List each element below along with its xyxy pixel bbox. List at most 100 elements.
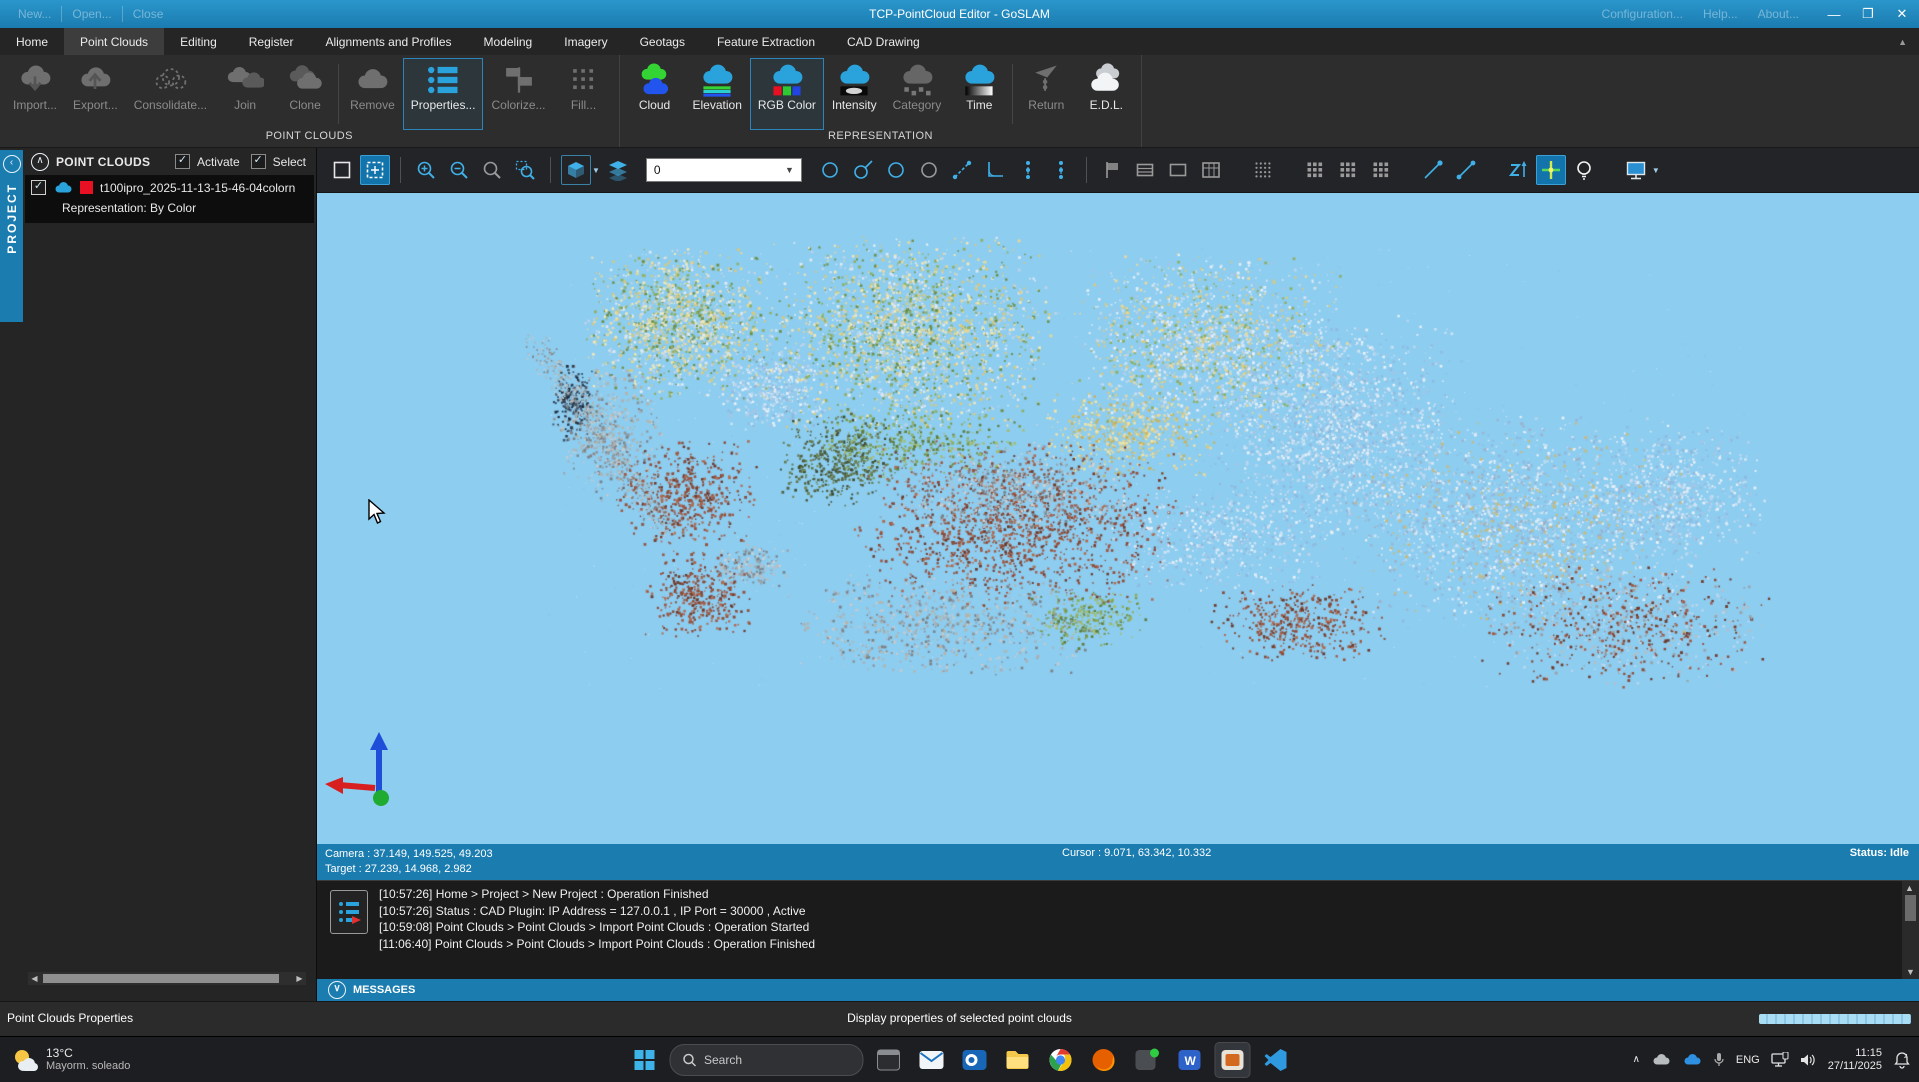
tree-item-checkbox[interactable]: ✓ (31, 180, 46, 195)
cell-points-button[interactable] (1248, 155, 1278, 185)
plane-horizontal-button[interactable] (1097, 155, 1127, 185)
plane-vertical-button[interactable] (1130, 155, 1160, 185)
chevron-down-icon[interactable]: ▼ (785, 165, 794, 175)
weather-widget[interactable]: 13°C Mayorm. soleado (10, 1046, 130, 1074)
chevron-down-icon[interactable]: ▼ (592, 166, 600, 175)
display-settings-button[interactable] (1621, 155, 1651, 185)
cloud-sync-icon[interactable] (1651, 1053, 1671, 1066)
draw-circle-3pt-button[interactable] (881, 155, 911, 185)
about-button[interactable]: About... (1748, 7, 1809, 21)
e-d-l-button[interactable]: E.D.L. (1076, 58, 1136, 130)
time-button[interactable]: Time (949, 58, 1009, 130)
right-angle-button[interactable] (980, 155, 1010, 185)
view-cube-button[interactable] (561, 155, 591, 185)
tray-chevron-icon[interactable]: ∧ (1633, 1054, 1640, 1065)
activate-checkbox[interactable]: ✓ (175, 154, 190, 169)
measure-point-b-button[interactable] (1451, 155, 1481, 185)
tab-home[interactable]: Home (0, 28, 64, 55)
scroll-left-icon[interactable]: ◀ (28, 974, 41, 983)
edl-lighting-button[interactable] (1569, 155, 1599, 185)
tab-register[interactable]: Register (233, 28, 310, 55)
snap-node-button[interactable] (947, 155, 977, 185)
tab-feature-extraction[interactable]: Feature Extraction (701, 28, 831, 55)
help-button[interactable]: Help... (1693, 7, 1748, 21)
select-area-button[interactable] (360, 155, 390, 185)
tab-cad-drawing[interactable]: CAD Drawing (831, 28, 936, 55)
close-button[interactable]: ✕ (1885, 0, 1919, 28)
color-swatch[interactable] (80, 181, 93, 194)
plane-box-button[interactable] (1163, 155, 1193, 185)
vscode-taskbar-button[interactable] (1257, 1042, 1293, 1078)
table-view-button[interactable] (1196, 155, 1226, 185)
clock-widget[interactable]: 11:15 27/11/2025 (1828, 1047, 1882, 1073)
panel-horizontal-scrollbar[interactable]: ◀ ▶ (28, 972, 306, 985)
tab-imagery[interactable]: Imagery (548, 28, 623, 55)
tab-modeling[interactable]: Modeling (468, 28, 549, 55)
z-axis-up-button[interactable] (1503, 155, 1533, 185)
draw-circle-center-button[interactable] (815, 155, 845, 185)
microphone-icon[interactable] (1713, 1052, 1725, 1068)
scrollbar-thumb[interactable] (43, 974, 279, 983)
select-checkbox[interactable]: ✓ (251, 154, 266, 169)
log-scrollbar[interactable]: ▲ ▼ (1902, 881, 1919, 979)
taskbar-search[interactable]: Search (669, 1044, 863, 1076)
section-expander-icon[interactable]: ∧ (31, 153, 49, 171)
measure-point-a-button[interactable] (1418, 155, 1448, 185)
ortho-point-b-button[interactable] (1046, 155, 1076, 185)
open-button[interactable]: Open... (62, 7, 121, 21)
terminal-taskbar-button[interactable] (870, 1042, 906, 1078)
file-explorer-taskbar-button[interactable] (999, 1042, 1035, 1078)
messages-expand-icon[interactable]: ∨ (328, 981, 346, 999)
grid-b-button[interactable] (1333, 155, 1363, 185)
network-display-icon[interactable] (1771, 1052, 1789, 1067)
panel-collapse-icon[interactable]: ‹ (3, 155, 21, 173)
tab-alignments-and-profiles[interactable]: Alignments and Profiles (309, 28, 467, 55)
draw-circle-tangent-button[interactable] (848, 155, 878, 185)
select-rectangle-button[interactable] (327, 155, 357, 185)
grid-c-button[interactable] (1366, 155, 1396, 185)
tab-editing[interactable]: Editing (164, 28, 233, 55)
properties-button[interactable]: Properties... (403, 58, 484, 130)
onedrive-icon[interactable] (1682, 1053, 1702, 1066)
scroll-up-icon[interactable]: ▲ (1905, 883, 1916, 893)
tree-item[interactable]: ✓ t100ipro_2025-11-13-15-46-04colorn (31, 180, 308, 195)
language-indicator[interactable]: ENG (1736, 1054, 1760, 1066)
axis-view-button[interactable] (1536, 155, 1566, 185)
cloud-button[interactable]: Cloud (625, 58, 685, 130)
tab-point-clouds[interactable]: Point Clouds (64, 28, 164, 55)
intensity-button[interactable]: Intensity (824, 58, 885, 130)
goslam-app-taskbar-button[interactable] (1214, 1042, 1250, 1078)
close-project-button[interactable]: Close (123, 7, 174, 21)
outlook-taskbar-button[interactable] (956, 1042, 992, 1078)
new-button[interactable]: New... (8, 7, 61, 21)
messages-bar[interactable]: ∨ MESSAGES (317, 979, 1919, 1001)
zoom-extents-button[interactable] (510, 155, 540, 185)
rgb-color-button[interactable]: RGB Color (750, 58, 824, 130)
notification-bell-icon[interactable]: z (1893, 1051, 1911, 1069)
minimize-button[interactable]: — (1817, 0, 1851, 28)
grid-a-button[interactable] (1300, 155, 1330, 185)
ribbon-collapse-icon[interactable]: ▲ (1898, 37, 1907, 47)
chevron-down-icon[interactable]: ▼ (1652, 166, 1660, 175)
zoom-out-button[interactable] (444, 155, 474, 185)
layers-button[interactable] (603, 155, 633, 185)
start-button[interactable] (626, 1042, 662, 1078)
viewport-3d[interactable] (317, 193, 1919, 844)
scrollbar-thumb[interactable] (1905, 895, 1916, 921)
zoom-selection-button[interactable] (477, 155, 507, 185)
draw-circle-2pt-button[interactable] (914, 155, 944, 185)
configuration-button[interactable]: Configuration... (1592, 7, 1693, 21)
elevation-button[interactable]: Elevation (685, 58, 750, 130)
project-side-tab[interactable]: ‹ PROJECT (0, 150, 23, 322)
ortho-point-a-button[interactable] (1013, 155, 1043, 185)
scroll-right-icon[interactable]: ▶ (293, 974, 306, 983)
active-value-combobox[interactable]: 0▼ (646, 158, 802, 182)
zoom-in-button[interactable] (411, 155, 441, 185)
teams-taskbar-button[interactable]: W (1171, 1042, 1207, 1078)
chrome-taskbar-button[interactable] (1042, 1042, 1078, 1078)
mail-taskbar-button[interactable] (913, 1042, 949, 1078)
tab-geotags[interactable]: Geotags (624, 28, 701, 55)
maximize-button[interactable]: ❐ (1851, 0, 1885, 28)
scroll-down-icon[interactable]: ▼ (1906, 967, 1915, 977)
speaker-icon[interactable] (1800, 1053, 1817, 1067)
